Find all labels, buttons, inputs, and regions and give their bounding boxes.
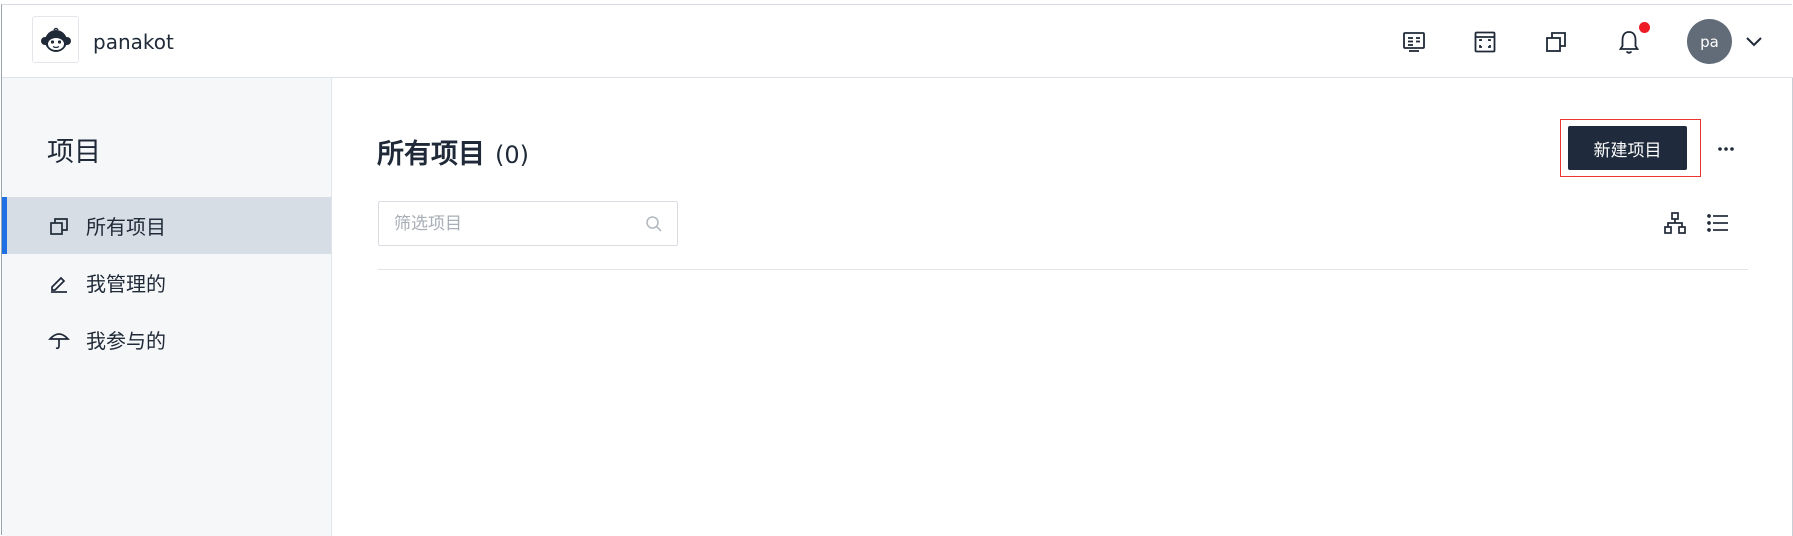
avatar[interactable]: pa — [1687, 19, 1732, 64]
copy-icon — [48, 215, 70, 237]
monkey-logo-icon — [40, 27, 71, 52]
notification-dot — [1639, 22, 1650, 33]
sidebar: 项目 所有项目 我管理的 我参与的 — [2, 78, 332, 536]
page-title: 所有项目 (0) — [377, 132, 529, 171]
umbrella-icon — [48, 329, 70, 351]
filter-projects-input[interactable] — [379, 202, 639, 245]
chevron-down-icon[interactable] — [1744, 33, 1764, 51]
search-icon[interactable] — [645, 215, 663, 233]
copy-icon[interactable] — [1543, 29, 1569, 55]
new-project-button[interactable]: 新建项目 — [1568, 126, 1687, 170]
fullscreen-icon[interactable] — [1472, 29, 1498, 55]
sidebar-item-managed[interactable]: 我管理的 — [2, 254, 331, 311]
sidebar-title: 项目 — [47, 137, 101, 168]
project-count: (0) — [495, 141, 529, 169]
sidebar-item-label: 我管理的 — [86, 272, 166, 296]
logo[interactable] — [32, 16, 79, 63]
more-options-icon[interactable] — [1714, 137, 1738, 161]
app-window: panakot pa 项目 所有项目 我管理的 我参与的 所有项目 (0) 新建… — [1, 4, 1793, 536]
sidebar-item-all-projects[interactable]: 所有项目 — [2, 197, 331, 254]
sidebar-item-participated[interactable]: 我参与的 — [2, 311, 331, 368]
brand-name: panakot — [93, 30, 174, 54]
bell-icon[interactable] — [1616, 29, 1642, 55]
sidebar-item-label: 所有项目 — [86, 215, 166, 239]
list-view-icon[interactable] — [1705, 210, 1731, 236]
tree-view-icon[interactable] — [1662, 210, 1688, 236]
filter-projects-box — [378, 201, 678, 246]
divider — [378, 269, 1748, 270]
top-bar: panakot pa — [2, 5, 1793, 78]
dashboard-icon[interactable] — [1401, 29, 1427, 55]
page-title-text: 所有项目 — [377, 139, 485, 170]
edit-icon — [48, 272, 70, 294]
sidebar-item-label: 我参与的 — [86, 329, 166, 353]
